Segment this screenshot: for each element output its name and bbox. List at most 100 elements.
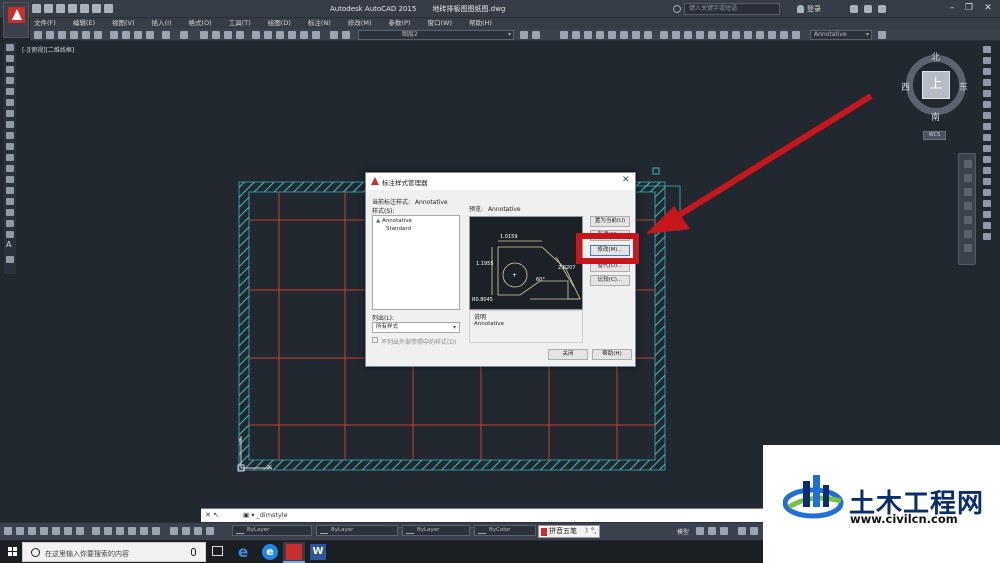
dialog-close-button[interactable]: 关闭	[548, 349, 588, 360]
current-style-value: Annotative	[414, 199, 448, 206]
explode-icon[interactable]	[983, 222, 991, 229]
stretch-icon[interactable]	[983, 134, 991, 141]
exclude-xref-checkbox[interactable]	[372, 337, 378, 343]
edit-polyline-icon[interactable]	[983, 233, 991, 240]
erase-icon[interactable]	[983, 46, 991, 53]
preview-style-name: Annotative	[487, 206, 521, 213]
model-tab[interactable]: 模型	[677, 527, 689, 536]
list-filter-value: 所有样式	[376, 324, 399, 330]
taskbar-search-box[interactable]: 在这里输入你要搜索的内容	[22, 542, 206, 562]
ie-browser-icon[interactable]: e	[262, 544, 278, 560]
nav-settings-icon[interactable]	[964, 244, 972, 252]
lineweight-icon[interactable]	[104, 527, 112, 535]
set-current-button[interactable]: 置为当前(U)	[590, 216, 630, 227]
red-highlight-box	[576, 233, 639, 264]
list-label: 列出(L):	[372, 315, 395, 322]
navigation-bar	[958, 153, 976, 265]
compass-west[interactable]: 西	[901, 80, 910, 93]
customization-icon[interactable]	[750, 527, 758, 535]
move-icon[interactable]	[983, 101, 991, 108]
dialog-help-button[interactable]: 帮助(H)	[592, 349, 632, 360]
grid-display-icon[interactable]	[696, 527, 704, 535]
ortho-icon[interactable]	[28, 527, 36, 535]
current-style-label: 当前标注样式: Annotative	[372, 197, 448, 206]
command-line[interactable]: ✕ ↖ ▣ ▾ _dimstyle	[201, 508, 763, 522]
zoom-icon[interactable]	[964, 230, 972, 238]
orbit-icon[interactable]	[964, 202, 972, 210]
copy-object-icon[interactable]	[983, 57, 991, 64]
grid-icon[interactable]	[16, 527, 24, 535]
rotate-icon[interactable]	[983, 112, 991, 119]
preview-angle: 60°	[536, 277, 545, 283]
snap-icon[interactable]	[4, 527, 12, 535]
showmotion-icon[interactable]	[964, 216, 972, 224]
compass-east[interactable]: 东	[959, 80, 968, 93]
snap-mode-icon[interactable]	[708, 527, 716, 535]
quick-properties-icon[interactable]	[128, 527, 136, 535]
dialog-title: 标注样式管理器	[382, 179, 428, 187]
command-line-controls[interactable]: ✕ ↖	[205, 511, 219, 519]
dialog-close-icon[interactable]: ✕	[622, 175, 630, 185]
join-icon[interactable]	[983, 178, 991, 185]
annotation-scale-icon[interactable]	[720, 527, 728, 535]
extend-icon[interactable]	[983, 156, 991, 163]
edge-browser-icon[interactable]: e	[238, 544, 254, 560]
viewcube[interactable]: 上 北 南 东 西 WCS	[898, 50, 978, 142]
layer-match-icon[interactable]	[170, 527, 178, 535]
polar-icon[interactable]	[40, 527, 48, 535]
fillet-icon[interactable]	[983, 200, 991, 207]
osnap-icon[interactable]	[52, 527, 60, 535]
lineweight-dropdown[interactable]: ByLayer	[402, 525, 470, 536]
watermark-overlay: 土木工程网 www.civilcn.com	[763, 445, 1000, 563]
color-dropdown[interactable]: ByLayer	[232, 525, 312, 536]
zoom-extents-icon[interactable]	[964, 188, 972, 196]
trim-icon[interactable]	[983, 145, 991, 152]
compass-north[interactable]: 北	[931, 50, 940, 63]
ime-punctuation-icon[interactable]: °,	[591, 527, 597, 535]
selection-cycling-icon[interactable]	[140, 527, 148, 535]
word-task-icon[interactable]: W	[310, 544, 326, 560]
preview-dim-line-right	[555, 256, 575, 288]
ime-status[interactable]: 拼音五笔 ☽ °,	[538, 525, 601, 538]
break-icon[interactable]	[983, 167, 991, 174]
workspace-icon[interactable]	[738, 527, 746, 535]
scale-icon[interactable]	[983, 123, 991, 130]
description-value: Annotative	[474, 321, 504, 327]
cortana-icon	[31, 548, 40, 557]
application-menu-button[interactable]	[3, 2, 29, 38]
windows-start-icon[interactable]	[8, 547, 18, 557]
color-icon[interactable]	[194, 527, 202, 535]
otrack-icon[interactable]	[64, 527, 72, 535]
compare-styles-button[interactable]: 比较(C)...	[590, 275, 630, 286]
wcs-menu[interactable]: WCS	[923, 131, 946, 140]
offset-icon[interactable]	[983, 79, 991, 86]
ime-moon-icon[interactable]: ☽	[582, 527, 588, 535]
styles-list[interactable]: ▲ Annotative Standard	[372, 215, 460, 310]
plotstyle-dropdown[interactable]: ByColor	[474, 525, 536, 536]
pan-icon[interactable]	[964, 174, 972, 182]
chamfer-icon[interactable]	[983, 189, 991, 196]
mirror-icon[interactable]	[983, 68, 991, 75]
transparency-icon[interactable]	[116, 527, 124, 535]
autocad-task-icon	[286, 544, 302, 560]
steering-wheel-icon[interactable]	[964, 160, 972, 168]
blend-icon[interactable]	[983, 211, 991, 218]
list-filter-select[interactable]: 所有样式	[372, 322, 460, 333]
ducs-icon[interactable]	[76, 527, 84, 535]
preview-drawing: 1.0159 1.1955 2.0207 60° R0.8045 +	[472, 234, 581, 303]
compass-south[interactable]: 南	[931, 110, 940, 123]
preview-radius: R0.8045	[472, 297, 493, 303]
style-item-annotative[interactable]: ▲ Annotative	[376, 218, 412, 224]
array-icon[interactable]	[983, 90, 991, 97]
preview-label-text: 预览:	[469, 206, 484, 213]
viewcube-top-face[interactable]: 上	[922, 71, 950, 99]
task-view-icon[interactable]	[212, 546, 223, 556]
style-item-standard[interactable]: Standard	[386, 226, 411, 232]
layer-freeze-icon[interactable]	[206, 527, 214, 535]
annotation-monitor-icon[interactable]	[152, 527, 160, 535]
layer-previous-icon[interactable]	[182, 527, 190, 535]
description-label: 说明	[474, 314, 487, 321]
dynamic-input-icon[interactable]	[92, 527, 100, 535]
linetype-dropdown[interactable]: ByLayer	[316, 525, 398, 536]
microphone-icon[interactable]	[191, 548, 196, 556]
